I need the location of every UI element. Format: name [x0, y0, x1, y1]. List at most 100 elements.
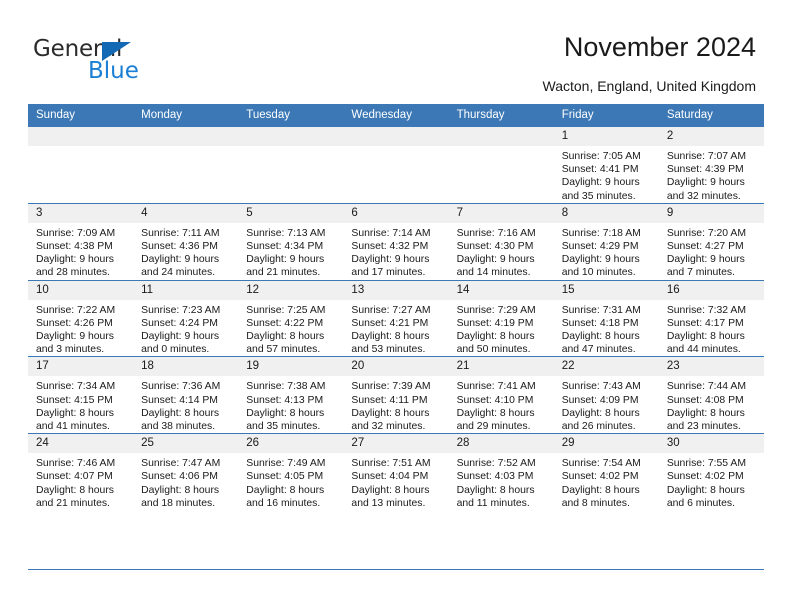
calendar-cell-empty	[448, 126, 554, 204]
general-blue-logo[interactable]: General Blue	[33, 36, 213, 88]
calendar-day-cell[interactable]: 12 Sunrise: 7:25 AM Sunset: 4:22 PM Dayligh…	[238, 279, 344, 357]
day-number: 17	[28, 357, 134, 377]
daylight-text-line2: and 24 minutes.	[141, 267, 216, 279]
daylight-text-line2: and 6 minutes.	[666, 497, 736, 509]
day-info: Sunrise: 7:05 AM Sunset: 4:41 PM Daylight:…	[554, 146, 659, 203]
daylight-text-line2: and 44 minutes.	[666, 344, 741, 356]
calendar-day-cell[interactable]: 16 Sunrise: 7:32 AM Sunset: 4:17 PM Dayligh…	[658, 279, 764, 357]
day-info: Sunrise: 7:54 AM Sunset: 4:02 PM Daylight:…	[554, 453, 659, 510]
day-info: Sunrise: 7:47 AM Sunset: 4:06 PM Daylight:…	[133, 453, 238, 510]
calendar-day-cell[interactable]: 9 Sunrise: 7:20 AM Sunset: 4:27 PM Daylight…	[658, 202, 764, 281]
calendar-day-cell[interactable]: 27 Sunrise: 7:51 AM Sunset: 4:04 PM Dayligh…	[343, 433, 449, 511]
calendar-day-cell[interactable]: 8 Sunrise: 7:18 AM Sunset: 4:29 PM Daylight…	[553, 202, 659, 281]
sunset-text: Sunset: 4:22 PM	[246, 317, 324, 329]
daylight-text-line1: Daylight: 9 hours	[36, 331, 114, 343]
sunset-text: Sunset: 4:02 PM	[666, 471, 744, 483]
weekday-header-friday: Friday	[553, 104, 659, 127]
calendar-day-cell[interactable]: 3 Sunrise: 7:09 AM Sunset: 4:38 PM Daylight…	[28, 202, 134, 281]
day-info: Sunrise: 7:46 AM Sunset: 4:07 PM Daylight:…	[28, 453, 133, 510]
day-info: Sunrise: 7:13 AM Sunset: 4:34 PM Daylight:…	[238, 223, 343, 280]
sunrise-text: Sunrise: 7:39 AM	[351, 381, 431, 393]
calendar-day-cell[interactable]: 30 Sunrise: 7:55 AM Sunset: 4:02 PM Dayligh…	[658, 433, 764, 511]
calendar-day-cell[interactable]: 1 Sunrise: 7:05 AM Sunset: 4:41 PM Daylight…	[553, 126, 659, 204]
day-number: 1	[553, 127, 659, 146]
calendar-day-cell[interactable]: 11 Sunrise: 7:23 AM Sunset: 4:24 PM Dayligh…	[133, 279, 239, 357]
weekday-header-thursday: Thursday	[448, 104, 554, 127]
sunrise-text: Sunrise: 7:41 AM	[456, 381, 536, 393]
daylight-text-line2: and 14 minutes.	[456, 267, 531, 279]
daylight-text-line1: Daylight: 8 hours	[351, 331, 430, 343]
calendar-day-cell[interactable]: 13 Sunrise: 7:27 AM Sunset: 4:21 PM Dayligh…	[343, 279, 449, 357]
weekday-header-saturday: Saturday	[658, 104, 764, 127]
sunset-text: Sunset: 4:05 PM	[246, 471, 324, 483]
calendar-day-cell[interactable]: 24 Sunrise: 7:46 AM Sunset: 4:07 PM Dayligh…	[28, 433, 134, 511]
day-number: 30	[658, 434, 764, 454]
calendar-day-cell[interactable]: 15 Sunrise: 7:31 AM Sunset: 4:18 PM Dayligh…	[553, 279, 659, 357]
daylight-text-line2: and 35 minutes.	[561, 190, 636, 202]
day-info: Sunrise: 7:31 AM Sunset: 4:18 PM Daylight:…	[554, 300, 659, 357]
day-info: Sunrise: 7:43 AM Sunset: 4:09 PM Daylight:…	[554, 376, 659, 433]
calendar-day-cell[interactable]: 2 Sunrise: 7:07 AM Sunset: 4:39 PM Daylight…	[658, 126, 764, 204]
calendar-day-cell[interactable]: 6 Sunrise: 7:14 AM Sunset: 4:32 PM Daylight…	[343, 202, 449, 281]
sunset-text: Sunset: 4:34 PM	[246, 241, 324, 253]
calendar-day-cell[interactable]: 17 Sunrise: 7:34 AM Sunset: 4:15 PM Dayligh…	[28, 356, 134, 434]
daylight-text-line1: Daylight: 8 hours	[36, 484, 114, 496]
daylight-text-line2: and 21 minutes.	[246, 267, 321, 279]
sunrise-text: Sunrise: 7:36 AM	[141, 381, 221, 393]
calendar-day-cell[interactable]: 7 Sunrise: 7:16 AM Sunset: 4:30 PM Daylight…	[448, 202, 554, 281]
calendar-day-cell[interactable]: 29 Sunrise: 7:54 AM Sunset: 4:02 PM Dayligh…	[553, 433, 659, 511]
calendar-cell-empty	[238, 126, 344, 204]
calendar-header-row: Sunday Monday Tuesday Wednesday Thursday…	[28, 104, 764, 127]
calendar-day-cell[interactable]: 25 Sunrise: 7:47 AM Sunset: 4:06 PM Dayligh…	[133, 433, 239, 511]
calendar-day-cell[interactable]: 23 Sunrise: 7:44 AM Sunset: 4:08 PM Dayligh…	[658, 356, 764, 434]
calendar-day-cell[interactable]: 26 Sunrise: 7:49 AM Sunset: 4:05 PM Dayligh…	[238, 433, 344, 511]
calendar-body: 1 Sunrise: 7:05 AM Sunset: 4:41 PM Daylight…	[28, 126, 764, 511]
calendar-day-cell[interactable]: 21 Sunrise: 7:41 AM Sunset: 4:10 PM Dayligh…	[448, 356, 554, 434]
sunrise-text: Sunrise: 7:38 AM	[246, 381, 326, 393]
day-number	[448, 127, 554, 146]
calendar-day-cell[interactable]: 14 Sunrise: 7:29 AM Sunset: 4:19 PM Dayligh…	[448, 279, 554, 357]
calendar-day-cell[interactable]: 5 Sunrise: 7:13 AM Sunset: 4:34 PM Daylight…	[238, 202, 344, 281]
day-number: 4	[133, 203, 239, 223]
daylight-text-line1: Daylight: 9 hours	[36, 254, 114, 266]
day-number: 16	[658, 280, 764, 300]
sunset-text: Sunset: 4:19 PM	[456, 317, 534, 329]
calendar-day-cell[interactable]: 18 Sunrise: 7:36 AM Sunset: 4:14 PM Dayligh…	[133, 356, 239, 434]
day-info: Sunrise: 7:20 AM Sunset: 4:27 PM Daylight:…	[659, 223, 764, 280]
daylight-text-line2: and 10 minutes.	[561, 267, 636, 279]
sunrise-text: Sunrise: 7:18 AM	[561, 227, 641, 239]
day-number: 9	[658, 203, 764, 223]
sunset-text: Sunset: 4:38 PM	[36, 241, 113, 253]
day-info: Sunrise: 7:55 AM Sunset: 4:02 PM Daylight:…	[659, 453, 764, 510]
sunrise-text: Sunrise: 7:31 AM	[561, 304, 641, 316]
daylight-text-line1: Daylight: 9 hours	[246, 254, 325, 266]
day-info: Sunrise: 7:18 AM Sunset: 4:29 PM Daylight:…	[554, 223, 659, 280]
day-number: 20	[343, 357, 449, 377]
calendar-page: General Blue November 2024 Wacton, Engla…	[0, 0, 792, 612]
sunset-text: Sunset: 4:32 PM	[351, 241, 429, 253]
day-info: Sunrise: 7:41 AM Sunset: 4:10 PM Daylight:…	[449, 376, 554, 433]
daylight-text-line1: Daylight: 9 hours	[561, 177, 640, 189]
day-info: Sunrise: 7:07 AM Sunset: 4:39 PM Daylight:…	[659, 146, 764, 203]
daylight-text-line1: Daylight: 8 hours	[561, 407, 640, 419]
sunrise-text: Sunrise: 7:20 AM	[666, 227, 746, 239]
daylight-text-line2: and 18 minutes.	[141, 497, 216, 509]
daylight-text-line2: and 41 minutes.	[36, 421, 110, 433]
calendar-day-cell[interactable]: 20 Sunrise: 7:39 AM Sunset: 4:11 PM Dayligh…	[343, 356, 449, 434]
daylight-text-line2: and 35 minutes.	[246, 421, 321, 433]
daylight-text-line1: Daylight: 9 hours	[141, 331, 220, 343]
daylight-text-line2: and 0 minutes.	[141, 344, 210, 356]
calendar-day-cell[interactable]: 19 Sunrise: 7:38 AM Sunset: 4:13 PM Dayligh…	[238, 356, 344, 434]
sunset-text: Sunset: 4:10 PM	[456, 394, 534, 406]
daylight-text-line2: and 50 minutes.	[456, 344, 531, 356]
calendar-day-cell[interactable]: 22 Sunrise: 7:43 AM Sunset: 4:09 PM Dayligh…	[553, 356, 659, 434]
calendar-day-cell[interactable]: 10 Sunrise: 7:22 AM Sunset: 4:26 PM Dayligh…	[28, 279, 134, 357]
daylight-text-line1: Daylight: 8 hours	[561, 484, 640, 496]
sunset-text: Sunset: 4:13 PM	[246, 394, 324, 406]
day-info: Sunrise: 7:32 AM Sunset: 4:17 PM Daylight:…	[659, 300, 764, 357]
calendar-day-cell[interactable]: 4 Sunrise: 7:11 AM Sunset: 4:36 PM Daylight…	[133, 202, 239, 281]
day-number: 2	[658, 127, 764, 146]
day-info: Sunrise: 7:25 AM Sunset: 4:22 PM Daylight:…	[238, 300, 343, 357]
sunrise-text: Sunrise: 7:11 AM	[141, 227, 220, 239]
calendar-day-cell[interactable]: 28 Sunrise: 7:52 AM Sunset: 4:03 PM Dayligh…	[448, 433, 554, 511]
